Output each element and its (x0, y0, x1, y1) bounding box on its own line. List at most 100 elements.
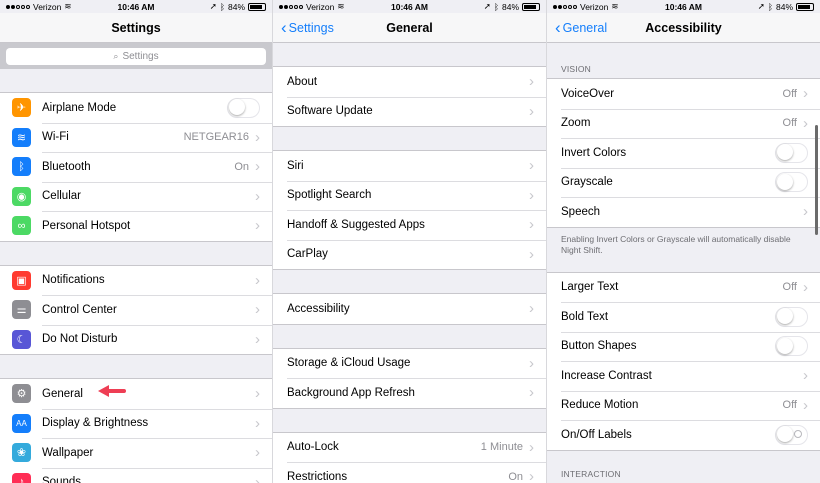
toggle-switch[interactable] (775, 172, 808, 193)
settings-screen: Verizon ≋ 10:46 AM ➚ ᛒ 84% Settings ⌕ Se… (0, 0, 272, 483)
back-button-label: General (562, 21, 608, 35)
row-notifications[interactable]: ▣ Notifications › (0, 266, 272, 296)
page-title: Settings (111, 20, 161, 35)
chevron-right-icon: › (529, 73, 534, 91)
bluetooth-status-icon: ᛒ (493, 1, 499, 12)
settings-group: Accessibility › (273, 293, 546, 325)
row-label: Display & Brightness (42, 417, 149, 430)
row-background-app-refresh[interactable]: Background App Refresh › (273, 378, 546, 408)
row-label: Control Center (42, 303, 117, 316)
battery-icon (522, 2, 540, 11)
carrier-name: Verizon (306, 1, 335, 12)
row-about[interactable]: About › (273, 67, 546, 97)
chevron-right-icon: › (803, 396, 808, 414)
chevron-left-icon: ‹ (555, 17, 561, 37)
search-input[interactable]: ⌕ Settings (6, 47, 266, 65)
row-zoom[interactable]: Zoom Off › (547, 108, 820, 139)
toggle-switch[interactable] (775, 336, 808, 357)
row-wallpaper[interactable]: ❀ Wallpaper › (0, 438, 272, 468)
row-label: Accessibility (287, 302, 350, 315)
row-auto-lock[interactable]: Auto-Lock 1 Minute › (273, 433, 546, 463)
accessibility-screen: Verizon ≋ 10:46 AM ➚ ᛒ 84% ‹ General Acc… (546, 0, 820, 483)
chevron-right-icon: › (803, 203, 808, 221)
row-increase-contrast[interactable]: Increase Contrast › (547, 361, 820, 391)
row-label: Airplane Mode (42, 101, 117, 114)
row-speech[interactable]: Speech › (547, 197, 820, 227)
row-general[interactable]: ⚙ General › (0, 379, 272, 409)
settings-group: About › Software Update › (273, 66, 546, 127)
row-label: Notifications (42, 274, 105, 287)
row-spotlight-search[interactable]: Spotlight Search › (273, 180, 546, 211)
row-value: Off (782, 281, 797, 294)
row-handoff-and-suggested-apps[interactable]: Handoff & Suggested Apps › (273, 210, 546, 240)
toggle-switch[interactable] (775, 306, 808, 327)
toggle-switch[interactable] (775, 424, 808, 445)
back-button[interactable]: ‹ Settings (281, 13, 334, 43)
row-control-center[interactable]: ⚌ Control Center › (0, 295, 272, 325)
chevron-right-icon: › (255, 187, 260, 205)
row-larger-text[interactable]: Larger Text Off › (547, 273, 820, 303)
row-accessibility[interactable]: Accessibility › (273, 294, 546, 324)
airplane-icon: ✈ (12, 98, 31, 118)
row-label: Larger Text (561, 281, 619, 294)
wifi-icon: ≋ (12, 127, 31, 147)
section-header-vision: VISION (561, 64, 592, 74)
chevron-right-icon: › (255, 217, 260, 235)
general-screen: Verizon ≋ 10:46 AM ➚ ᛒ 84% ‹ Settings Ge… (272, 0, 546, 483)
status-bar: Verizon ≋ 10:46 AM ➚ ᛒ 84% (273, 0, 546, 13)
display-brightness-icon: AA (12, 413, 31, 433)
settings-group: Auto-Lock 1 Minute › Restrictions On › (273, 431, 546, 483)
row-grayscale[interactable]: Grayscale (547, 167, 820, 198)
wifi-status-icon: ≋ (337, 1, 345, 11)
signal-strength-icon (279, 4, 303, 9)
row-bold-text[interactable]: Bold Text (547, 302, 820, 332)
row-personal-hotspot[interactable]: ∞ Personal Hotspot › (0, 211, 272, 241)
row-carplay[interactable]: CarPlay › (273, 239, 546, 270)
row-airplane-mode[interactable]: ✈ Airplane Mode (0, 93, 272, 123)
toggle-switch[interactable] (227, 97, 260, 118)
chevron-right-icon: › (803, 85, 808, 103)
row-label: Grayscale (561, 176, 613, 189)
row-cellular[interactable]: ◉ Cellular › (0, 181, 272, 212)
nav-bar: ‹ Settings General (273, 13, 546, 43)
row-value: Off (782, 117, 797, 130)
row-reduce-motion[interactable]: Reduce Motion Off › (547, 390, 820, 421)
row-display-and-brightness[interactable]: AA Display & Brightness › (0, 408, 272, 439)
toggle-switch[interactable] (775, 142, 808, 163)
hotspot-icon: ∞ (12, 216, 31, 236)
row-button-shapes[interactable]: Button Shapes (547, 331, 820, 362)
row-storage-and-icloud-usage[interactable]: Storage & iCloud Usage › (273, 349, 546, 379)
row-label: Auto-Lock (287, 441, 339, 454)
vision-group: VoiceOver Off › Zoom Off › Invert Colors Graysc… (547, 78, 820, 228)
row-do-not-disturb[interactable]: ☾ Do Not Disturb › (0, 324, 272, 355)
chevron-left-icon: ‹ (281, 17, 287, 37)
row-sounds[interactable]: ♪ Sounds › (0, 467, 272, 483)
row-software-update[interactable]: Software Update › (273, 96, 546, 127)
chevron-right-icon: › (803, 367, 808, 385)
row-voiceover[interactable]: VoiceOver Off › (547, 79, 820, 109)
row-bluetooth[interactable]: ᛒ Bluetooth On › (0, 152, 272, 182)
battery-icon (248, 2, 266, 11)
row-restrictions[interactable]: Restrictions On › (273, 462, 546, 483)
row-value: 1 Minute (480, 441, 523, 454)
chevron-right-icon: › (529, 300, 534, 318)
back-button[interactable]: ‹ General (555, 13, 607, 43)
row-value: NETGEAR16 (183, 131, 249, 144)
row-wi-fi[interactable]: ≋ Wi-Fi NETGEAR16 › (0, 122, 272, 153)
scroll-indicator[interactable] (815, 125, 818, 235)
location-icon: ➚ (757, 1, 765, 11)
chevron-right-icon: › (803, 114, 808, 132)
carrier-name: Verizon (33, 1, 62, 12)
chevron-right-icon: › (255, 301, 260, 319)
chevron-right-icon: › (255, 271, 260, 289)
row-label: Reduce Motion (561, 399, 639, 412)
wallpaper-icon: ❀ (12, 443, 31, 463)
section-header-interaction: INTERACTION (561, 468, 621, 479)
row-siri[interactable]: Siri › (273, 151, 546, 181)
row-invert-colors[interactable]: Invert Colors (547, 138, 820, 168)
chevron-right-icon: › (529, 354, 534, 372)
row-on-off-labels[interactable]: On/Off Labels (547, 420, 820, 450)
